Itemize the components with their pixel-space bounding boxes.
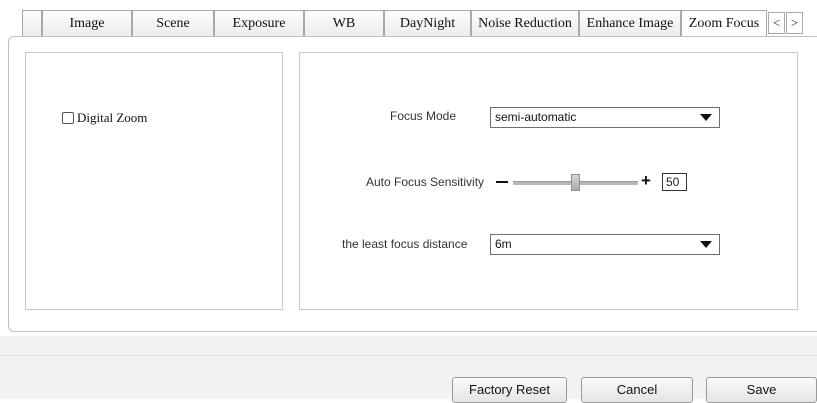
digital-zoom-checkbox[interactable] bbox=[62, 112, 74, 124]
tab-bar: Image Scene Exposure WB DayNight Noise R… bbox=[0, 0, 817, 38]
focus-mode-value: semi-automatic bbox=[495, 110, 577, 124]
chevron-down-icon bbox=[700, 114, 712, 121]
digital-zoom-label: Digital Zoom bbox=[77, 110, 148, 125]
cancel-button[interactable]: Cancel bbox=[581, 377, 693, 403]
least-focus-distance-value: 6m bbox=[495, 237, 512, 251]
footer bbox=[0, 336, 817, 399]
least-focus-distance-label: the least focus distance bbox=[342, 237, 468, 251]
tab-partial-left[interactable] bbox=[22, 10, 42, 36]
sensitivity-slider-thumb[interactable] bbox=[571, 174, 580, 191]
tab-image[interactable]: Image bbox=[42, 10, 132, 36]
tab-exposure[interactable]: Exposure bbox=[214, 10, 304, 36]
minus-icon[interactable] bbox=[496, 181, 508, 183]
focus-mode-label: Focus Mode bbox=[390, 109, 457, 123]
least-focus-distance-select[interactable]: 6m bbox=[490, 234, 720, 255]
focus-mode-select[interactable]: semi-automatic bbox=[490, 107, 720, 128]
tab-noise-reduction[interactable]: Noise Reduction bbox=[471, 10, 579, 36]
tab-scroll-right-button[interactable]: > bbox=[786, 12, 803, 34]
auto-focus-sensitivity-label: Auto Focus Sensitivity bbox=[366, 175, 485, 189]
tab-wb[interactable]: WB bbox=[304, 10, 384, 36]
tab-scene[interactable]: Scene bbox=[132, 10, 214, 36]
tab-daynight[interactable]: DayNight bbox=[384, 10, 471, 36]
sensitivity-value-input[interactable]: 50 bbox=[662, 173, 687, 191]
save-button[interactable]: Save bbox=[706, 377, 817, 403]
tab-zoom-focus[interactable]: Zoom Focus bbox=[681, 10, 767, 38]
factory-reset-button[interactable]: Factory Reset bbox=[452, 377, 567, 403]
digital-zoom-group bbox=[25, 52, 283, 310]
plus-icon[interactable]: + bbox=[641, 172, 651, 190]
chevron-down-icon bbox=[700, 241, 712, 248]
tab-scroll-left-button[interactable]: < bbox=[768, 12, 785, 34]
footer-divider bbox=[0, 355, 817, 356]
tab-enhance-image[interactable]: Enhance Image bbox=[579, 10, 681, 36]
